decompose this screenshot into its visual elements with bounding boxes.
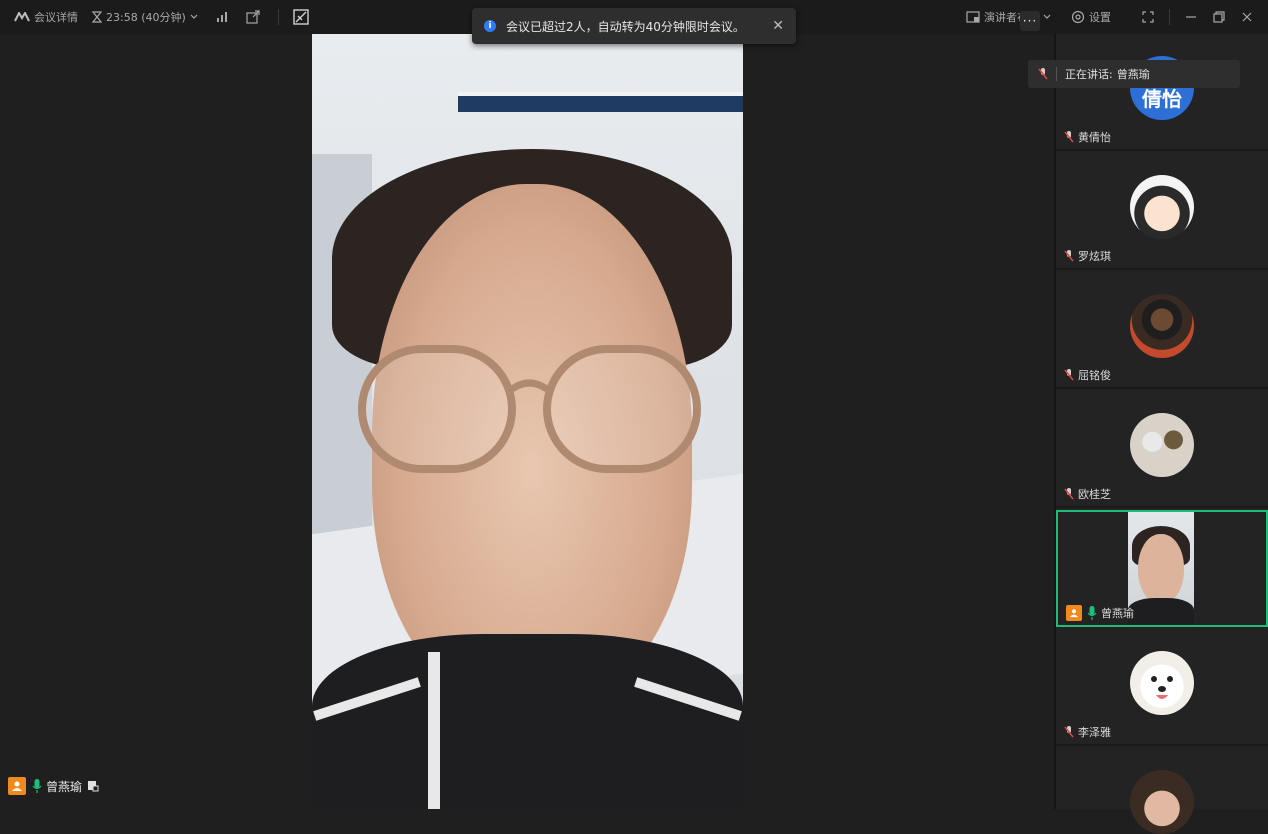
minimize-icon[interactable] <box>1184 10 1198 24</box>
participant-panel: 倩怡 黄倩怡 罗炫琪 屈铭俊 欧桂芝 曾燕瑜 李泽雅 <box>1054 34 1268 834</box>
speaking-divider <box>1056 67 1057 81</box>
tencent-meeting-logo-icon <box>14 12 30 22</box>
participant-tile[interactable]: 屈铭俊 <box>1056 272 1268 389</box>
layout-icon <box>966 11 980 23</box>
participant-tile[interactable]: 罗炫琪 <box>1056 153 1268 270</box>
mic-muted-icon <box>1038 68 1048 80</box>
thumbnail-face <box>1138 534 1184 604</box>
more-options-button[interactable]: ··· <box>1020 11 1040 31</box>
meeting-timer[interactable]: 23:58 (40分钟) <box>92 9 202 25</box>
meeting-details-button[interactable]: 会议详情 <box>14 9 78 25</box>
participant-tile-active[interactable]: 曾燕瑜 <box>1056 510 1268 627</box>
toolbar-divider <box>1169 9 1170 25</box>
toolbar-divider <box>277 9 279 25</box>
speaker-jacket <box>312 634 743 809</box>
mic-active-icon <box>32 779 42 793</box>
participant-name: 李泽雅 <box>1078 726 1111 739</box>
close-icon[interactable] <box>1240 10 1254 24</box>
share-link-icon[interactable] <box>246 10 264 24</box>
signal-strength-icon[interactable] <box>216 12 232 22</box>
participant-name: 曾燕瑜 <box>1101 607 1134 620</box>
mic-muted-icon <box>1064 131 1074 143</box>
speaking-indicator: 正在讲话: 曾燕瑜 <box>1028 60 1240 88</box>
participant-avatar <box>1130 651 1194 715</box>
settings-button[interactable]: 设置 <box>1071 9 1111 25</box>
participant-tile[interactable]: 李泽雅 <box>1056 629 1268 746</box>
participant-name: 欧桂芝 <box>1078 488 1111 501</box>
hourglass-icon <box>92 11 102 23</box>
gear-icon <box>1071 10 1085 24</box>
user-avatar-icon <box>1066 605 1082 621</box>
notice-text: 会议已超过2人，自动转为40分钟限时会议。 <box>506 19 745 34</box>
time-limit-notice: i 会议已超过2人，自动转为40分钟限时会议。 ✕ <box>472 8 796 44</box>
participant-tile[interactable]: 欧桂芝 <box>1056 391 1268 508</box>
dog-face-icon <box>1151 676 1173 699</box>
mic-muted-icon <box>1064 488 1074 500</box>
thumbnail-jacket <box>1128 598 1194 625</box>
mic-muted-icon <box>1064 369 1074 381</box>
meeting-details-label: 会议详情 <box>34 11 78 24</box>
restore-icon[interactable] <box>1212 10 1226 24</box>
screen-share-icon <box>88 781 99 792</box>
participant-video-thumbnail <box>1128 512 1194 625</box>
notice-close-icon[interactable]: ✕ <box>772 18 784 34</box>
fullscreen-icon[interactable] <box>1141 10 1155 24</box>
timer-text: 23:58 (40分钟) <box>106 11 186 24</box>
mic-muted-icon <box>1064 726 1074 738</box>
participant-name: 罗炫琪 <box>1078 250 1111 263</box>
participant-name: 屈铭俊 <box>1078 369 1111 382</box>
whiteboard-annotation-icon[interactable] <box>293 9 313 25</box>
layout-button[interactable]: 演讲者布局 <box>966 9 1055 25</box>
participant-tile[interactable]: 倩怡 黄倩怡 <box>1056 34 1268 151</box>
participant-avatar <box>1130 175 1194 239</box>
settings-label: 设置 <box>1089 11 1111 24</box>
main-video-stage: 曾燕瑜 <box>0 34 1052 809</box>
jacket-collar <box>428 652 440 809</box>
self-name-label: 曾燕瑜 <box>8 775 99 797</box>
background-wall-stripe <box>458 92 743 112</box>
participant-avatar <box>1130 413 1194 477</box>
speaker-glasses <box>358 345 701 473</box>
self-name: 曾燕瑜 <box>46 779 83 794</box>
mic-muted-icon <box>1064 250 1074 262</box>
participant-avatar <box>1130 294 1194 358</box>
chevron-down-icon <box>190 14 198 19</box>
user-avatar-icon <box>8 777 26 795</box>
mic-active-icon <box>1087 606 1097 620</box>
participant-name: 黄倩怡 <box>1078 131 1111 144</box>
participant-tile[interactable] <box>1056 748 1268 834</box>
speaking-label: 正在讲话: <box>1065 68 1113 81</box>
participant-avatar <box>1130 770 1194 834</box>
info-icon: i <box>484 20 496 32</box>
chevron-down-icon <box>1043 14 1051 19</box>
speaking-name: 曾燕瑜 <box>1116 68 1150 81</box>
speaker-video-feed[interactable] <box>312 34 743 809</box>
